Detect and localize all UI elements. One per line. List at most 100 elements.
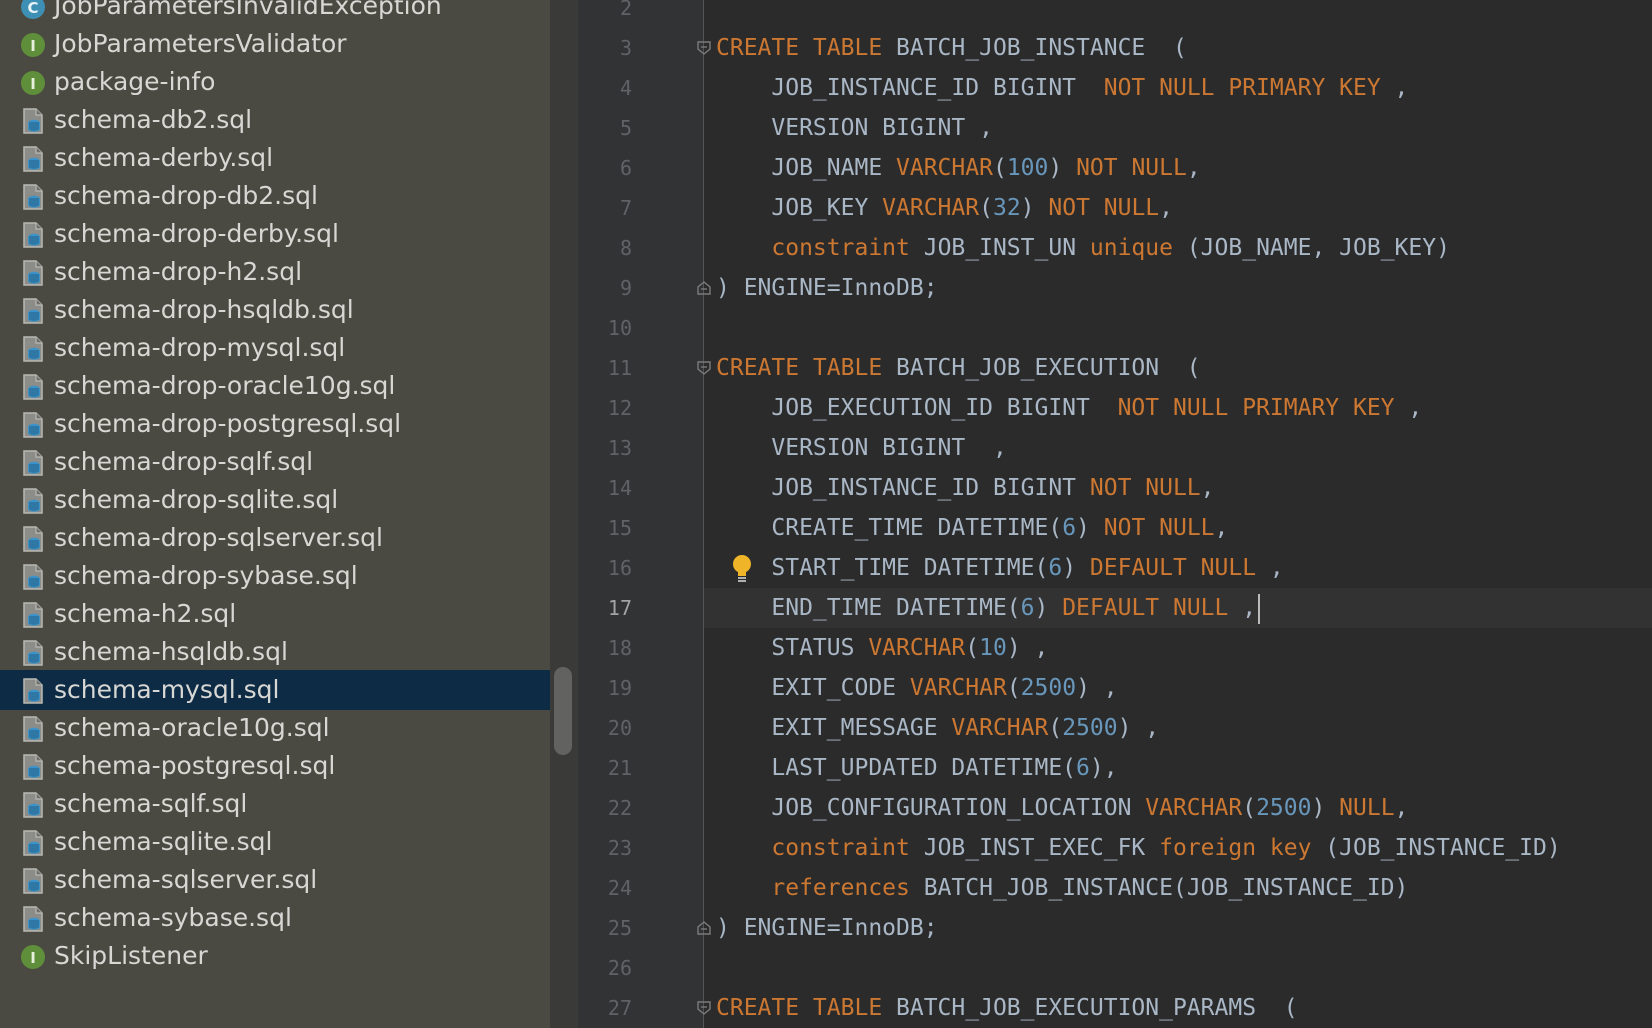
- line-number: 10: [607, 316, 632, 340]
- code-line[interactable]: JOB_CONFIGURATION_LOCATION VARCHAR(2500)…: [716, 788, 1408, 828]
- text-caret: [1258, 593, 1261, 624]
- tree-item[interactable]: schema-drop-sqlserver.sql: [0, 518, 550, 558]
- tree-item[interactable]: schema-postgresql.sql: [0, 746, 550, 786]
- tree-scrollbar-thumb[interactable]: [554, 667, 572, 755]
- tree-item[interactable]: schema-derby.sql: [0, 138, 550, 178]
- sql-keyword: constraint: [716, 235, 924, 261]
- sql-file-icon: [19, 107, 47, 135]
- sql-text: JOB_INSTANCE_ID BIGINT: [716, 75, 1104, 101]
- tree-item[interactable]: schema-drop-h2.sql: [0, 252, 550, 292]
- sql-text: ,: [1159, 195, 1174, 221]
- sql-file-icon: [19, 525, 47, 553]
- code-line[interactable]: CREATE TABLE BATCH_JOB_EXECUTION (: [716, 348, 1201, 388]
- tree-item-label: schema-drop-hsqldb.sql: [54, 295, 354, 324]
- sql-number: 2500: [1256, 795, 1312, 821]
- code-line[interactable]: constraint JOB_INST_EXEC_FK foreign key …: [716, 828, 1560, 868]
- sql-text: ) ENGINE=InnoDB;: [716, 915, 938, 941]
- code-line[interactable]: constraint JOB_INST_UN unique (JOB_NAME,…: [716, 228, 1450, 268]
- tree-item-label: schema-sybase.sql: [54, 903, 292, 932]
- tree-item[interactable]: schema-drop-oracle10g.sql: [0, 366, 550, 406]
- tree-item[interactable]: schema-mysql.sql: [0, 670, 550, 710]
- tree-item[interactable]: schema-h2.sql: [0, 594, 550, 634]
- sql-file-icon: [19, 677, 47, 705]
- tree-item-label: schema-oracle10g.sql: [54, 713, 330, 742]
- fold-open-icon[interactable]: [695, 359, 713, 377]
- fold-open-icon[interactable]: [695, 39, 713, 57]
- fold-close-icon[interactable]: [695, 279, 713, 297]
- code-line[interactable]: references BATCH_JOB_INSTANCE(JOB_INSTAN…: [716, 868, 1408, 908]
- sql-text: ): [1048, 155, 1077, 181]
- code-line[interactable]: ) ENGINE=InnoDB;: [716, 908, 938, 948]
- code-line[interactable]: VERSION BIGINT ,: [716, 428, 1006, 468]
- code-line[interactable]: EXIT_MESSAGE VARCHAR(2500) ,: [716, 708, 1159, 748]
- code-line[interactable]: CREATE TABLE BATCH_JOB_EXECUTION_PARAMS …: [716, 988, 1298, 1028]
- tree-item-label: schema-postgresql.sql: [54, 751, 336, 780]
- tree-item[interactable]: schema-drop-sqlf.sql: [0, 442, 550, 482]
- sql-number: 100: [1006, 155, 1049, 181]
- tree-item[interactable]: schema-drop-db2.sql: [0, 176, 550, 216]
- code-line[interactable]: LAST_UPDATED DATETIME(6),: [716, 748, 1117, 788]
- sql-keyword: NOT NULL: [1089, 475, 1201, 501]
- code-line[interactable]: JOB_NAME VARCHAR(100) NOT NULL,: [716, 148, 1201, 188]
- tree-item[interactable]: I SkipListener: [0, 936, 550, 976]
- sql-text: LAST_UPDATED DATETIME(: [716, 755, 1077, 781]
- tree-item[interactable]: schema-sqlite.sql: [0, 822, 550, 862]
- sql-number: 6: [1076, 755, 1090, 781]
- tree-item[interactable]: schema-sqlf.sql: [0, 784, 550, 824]
- interface-icon: I: [19, 31, 47, 59]
- sql-file-icon: [19, 335, 47, 363]
- tree-item[interactable]: Ipackage-info: [0, 62, 550, 102]
- sql-text: ,: [1186, 155, 1201, 181]
- sql-file-icon: [19, 487, 47, 515]
- tree-item[interactable]: C JobParametersInvalidException: [0, 0, 550, 26]
- tree-item[interactable]: schema-drop-mysql.sql: [0, 328, 550, 368]
- tree-item[interactable]: schema-drop-derby.sql: [0, 214, 550, 254]
- line-number: 12: [607, 396, 632, 420]
- sql-keyword: CREATE TABLE: [716, 355, 897, 381]
- sql-text: JOB_EXECUTION_ID BIGINT: [716, 395, 1118, 421]
- tree-item-label: schema-drop-derby.sql: [54, 219, 339, 248]
- tree-item[interactable]: schema-db2.sql: [0, 100, 550, 140]
- sql-text: ,: [1214, 515, 1229, 541]
- tree-item[interactable]: schema-drop-sqlite.sql: [0, 480, 550, 520]
- tree-item-label: schema-drop-sqlite.sql: [54, 485, 339, 514]
- code-line[interactable]: JOB_INSTANCE_ID BIGINT NOT NULL PRIMARY …: [716, 68, 1408, 108]
- code-line[interactable]: STATUS VARCHAR(10) ,: [716, 628, 1048, 668]
- sql-keyword: NOT NULL PRIMARY KEY: [1117, 395, 1395, 421]
- code-line[interactable]: VERSION BIGINT ,: [716, 108, 993, 148]
- code-line[interactable]: EXIT_CODE VARCHAR(2500) ,: [716, 668, 1117, 708]
- code-line[interactable]: CREATE_TIME DATETIME(6) NOT NULL,: [716, 508, 1228, 548]
- sql-text: END_TIME DATETIME(: [716, 595, 1021, 621]
- line-number: 5: [619, 116, 632, 140]
- tree-item[interactable]: schema-oracle10g.sql: [0, 708, 550, 748]
- sql-text: (: [1242, 795, 1257, 821]
- code-line[interactable]: JOB_INSTANCE_ID BIGINT NOT NULL,: [716, 468, 1214, 508]
- fold-open-icon[interactable]: [695, 999, 713, 1017]
- sql-keyword: VARCHAR: [882, 195, 980, 221]
- tree-item-label: schema-sqlite.sql: [54, 827, 273, 856]
- tree-item[interactable]: schema-drop-hsqldb.sql: [0, 290, 550, 330]
- tree-item[interactable]: schema-drop-postgresql.sql: [0, 404, 550, 444]
- code-line[interactable]: JOB_KEY VARCHAR(32) NOT NULL,: [716, 188, 1173, 228]
- tree-item[interactable]: schema-sybase.sql: [0, 898, 550, 938]
- code-line[interactable]: ) ENGINE=InnoDB;: [716, 268, 938, 308]
- line-number: 6: [619, 156, 632, 180]
- code-line[interactable]: END_TIME DATETIME(6) DEFAULT NULL ,: [716, 588, 1261, 628]
- tree-item[interactable]: schema-hsqldb.sql: [0, 632, 550, 672]
- tree-item-label: schema-mysql.sql: [54, 675, 280, 704]
- line-number: 20: [607, 716, 632, 740]
- code-line[interactable]: START_TIME DATETIME(6) DEFAULT NULL ,: [716, 548, 1283, 588]
- sql-text: ,: [1228, 595, 1257, 621]
- tree-item[interactable]: I JobParametersValidator: [0, 24, 550, 64]
- code-line[interactable]: JOB_EXECUTION_ID BIGINT NOT NULL PRIMARY…: [716, 388, 1422, 428]
- tree-item[interactable]: schema-drop-sybase.sql: [0, 556, 550, 596]
- tree-scrollbar-track[interactable]: [550, 0, 578, 1028]
- line-number: 22: [607, 796, 632, 820]
- code-line[interactable]: CREATE TABLE BATCH_JOB_INSTANCE (: [716, 28, 1187, 68]
- tree-item[interactable]: schema-sqlserver.sql: [0, 860, 550, 900]
- sql-text: ): [1034, 595, 1063, 621]
- sql-file-icon: [19, 411, 47, 439]
- fold-close-icon[interactable]: [695, 919, 713, 937]
- sql-text: (: [1048, 715, 1063, 741]
- sql-file-icon: [19, 183, 47, 211]
